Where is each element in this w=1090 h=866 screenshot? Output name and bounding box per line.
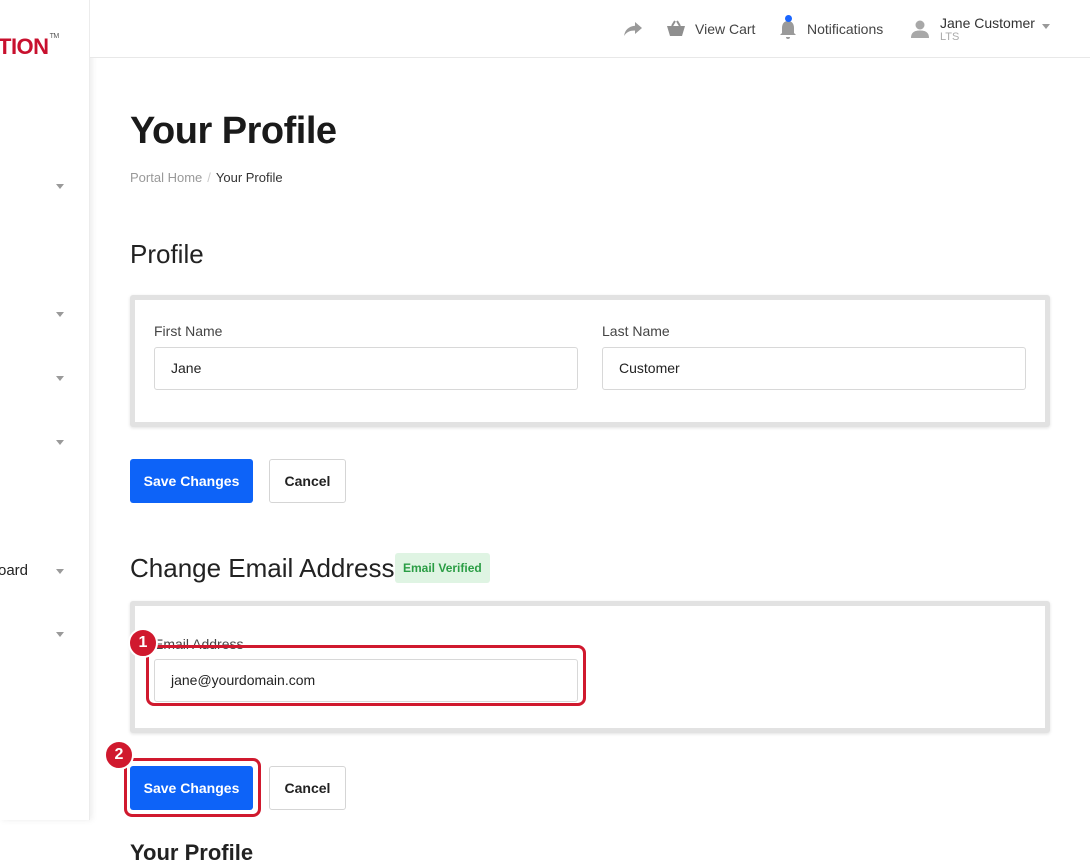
top-navbar: View Cart Notifications Jane Customer LT… (90, 0, 1090, 58)
breadcrumb: Portal Home / Your Profile (130, 170, 283, 185)
sidebar-item-dashboard[interactable]: oard (0, 562, 28, 579)
callout-number-1: 1 (128, 628, 158, 658)
brand-logo[interactable]: TIONTM (0, 32, 60, 60)
notifications-label: Notifications (807, 21, 884, 37)
share-button[interactable] (622, 0, 644, 58)
sidebar-caret-icon[interactable] (56, 312, 64, 317)
sidebar-caret-icon[interactable] (56, 440, 64, 445)
notifications-link[interactable]: Notifications (778, 0, 883, 58)
notification-dot (785, 15, 792, 22)
email-section-title: Change Email Address (130, 553, 395, 583)
basket-icon (667, 20, 685, 36)
email-cancel-button[interactable]: Cancel (269, 766, 346, 810)
user-company: LTS (940, 30, 960, 43)
sidebar-caret-icon[interactable] (56, 632, 64, 637)
chevron-down-icon (1041, 23, 1050, 29)
breadcrumb-separator: / (207, 170, 211, 185)
view-cart-link[interactable]: View Cart (665, 0, 755, 58)
sidebar-caret-icon[interactable] (56, 184, 64, 189)
logo-trademark: TM (49, 32, 60, 40)
first-name-field[interactable]: Jane (154, 347, 578, 390)
view-cart-label: View Cart (695, 21, 756, 37)
last-name-field[interactable]: Customer (602, 347, 1026, 390)
email-verified-badge: Email Verified (395, 553, 490, 583)
last-name-label: Last Name (602, 323, 670, 339)
sidebar-caret-icon[interactable] (56, 376, 64, 381)
profile-save-button[interactable]: Save Changes (130, 459, 253, 503)
bell-icon-wrap (778, 15, 798, 40)
user-menu[interactable]: Jane Customer LTS (910, 0, 1050, 58)
next-section-heading: Your Profile (130, 840, 254, 865)
user-name: Jane Customer (940, 14, 1035, 31)
share-arrow-icon (624, 22, 642, 36)
user-info: Jane Customer LTS (940, 15, 1035, 44)
first-name-label: First Name (154, 323, 223, 339)
page-title: Your Profile (130, 110, 337, 152)
breadcrumb-home[interactable]: Portal Home (130, 170, 202, 185)
profile-card: First Name Jane Last Name Customer (130, 295, 1050, 427)
user-avatar-icon (911, 20, 929, 38)
breadcrumb-current: Your Profile (215, 170, 283, 185)
profile-cancel-button[interactable]: Cancel (269, 459, 346, 503)
logo-text: TION (0, 34, 49, 59)
callout-highlight-save (124, 758, 261, 817)
callout-highlight-email (146, 645, 586, 706)
sidebar-caret-icon[interactable] (56, 569, 64, 574)
callout-number-2: 2 (104, 740, 134, 770)
sidebar: TIONTM oard (0, 0, 90, 820)
profile-section-title: Profile (130, 239, 204, 269)
